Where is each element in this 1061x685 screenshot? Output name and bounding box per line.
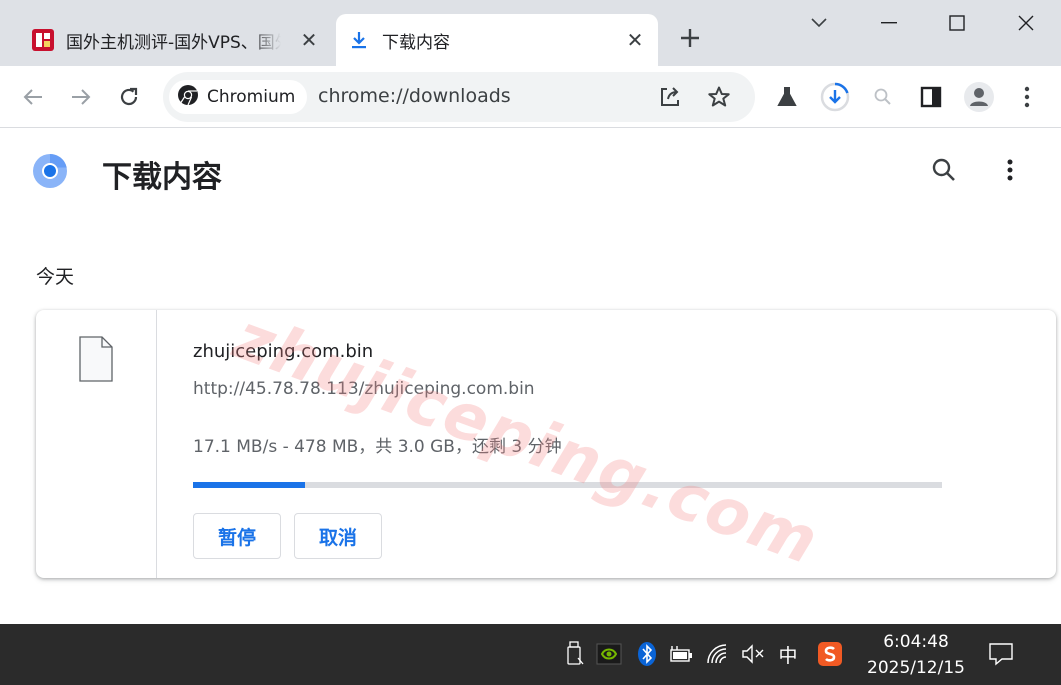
tab-zhujiceping[interactable]: 国外主机测评-国外VPS、国外服务器 ✕	[20, 14, 332, 66]
ime-label: 中	[778, 644, 798, 667]
chip-label: Chromium	[207, 87, 296, 107]
chromium-logo-icon	[177, 84, 199, 110]
download-item-card: zhujiceping.com.bin http://45.78.78.113/…	[36, 310, 1056, 578]
close-icon[interactable]: ✕	[624, 28, 646, 52]
zoom-search-icon[interactable]	[866, 80, 900, 114]
download-icon	[346, 27, 372, 53]
cancel-button[interactable]: 取消	[294, 513, 382, 559]
card-divider	[156, 310, 157, 578]
windows-taskbar: 中 6:04:48 2025/12/15	[0, 624, 1061, 685]
forward-arrow-icon[interactable]	[64, 80, 98, 114]
tab-title: 国外主机测评-国外VPS、国外服务器	[66, 32, 281, 53]
tab-title: 下载内容	[382, 32, 450, 53]
ime-indicator[interactable]: 中	[775, 640, 801, 668]
nvidia-icon[interactable]	[596, 640, 622, 668]
volume-muted-icon[interactable]	[740, 640, 766, 668]
reload-icon[interactable]	[112, 80, 146, 114]
wifi-icon[interactable]	[706, 640, 732, 668]
sogou-input-icon[interactable]	[817, 640, 843, 668]
site-favicon-icon	[30, 27, 56, 53]
tab-strip: 国外主机测评-国外VPS、国外服务器 ✕ 下载内容 ✕	[0, 0, 1061, 66]
share-icon[interactable]	[655, 82, 685, 112]
maximize-icon[interactable]	[942, 8, 972, 38]
source-url-link[interactable]: http://45.78.78.113/zhujiceping.com.bin	[193, 379, 535, 399]
back-arrow-icon[interactable]	[16, 80, 50, 114]
file-name-link[interactable]: zhujiceping.com.bin	[193, 341, 373, 362]
search-icon[interactable]	[929, 155, 959, 185]
close-window-icon[interactable]	[1011, 8, 1041, 38]
usb-drive-icon[interactable]	[562, 640, 588, 668]
browser-toolbar: Chromium chrome://downloads	[0, 66, 1061, 128]
minimize-icon[interactable]	[874, 8, 904, 38]
section-date-header: 今天	[36, 266, 75, 288]
bluetooth-icon[interactable]	[634, 640, 660, 668]
new-tab-plus-icon[interactable]	[676, 24, 704, 52]
side-panel-icon[interactable]	[914, 80, 948, 114]
profile-avatar-icon[interactable]	[962, 80, 996, 114]
download-status-text: 17.1 MB/s - 478 MB，共 3.0 GB，还剩 3 分钟	[193, 437, 562, 457]
bookmark-star-icon[interactable]	[704, 82, 734, 112]
downloads-progress-icon[interactable]	[818, 80, 852, 114]
site-info-chip[interactable]: Chromium	[169, 80, 308, 114]
close-icon[interactable]: ✕	[298, 28, 320, 52]
page-title: 下载内容	[102, 160, 222, 195]
battery-power-icon[interactable]	[668, 640, 694, 668]
url-text[interactable]: chrome://downloads	[318, 85, 511, 107]
tab-search-chevron-icon[interactable]	[804, 8, 834, 38]
more-options-kebab-icon[interactable]	[995, 155, 1025, 185]
pause-button[interactable]: 暂停	[193, 513, 281, 559]
clock-date[interactable]: 2025/12/15	[858, 658, 974, 678]
clock-time[interactable]: 6:04:48	[866, 632, 966, 652]
chrome-logo-icon	[32, 153, 68, 189]
file-icon	[78, 336, 114, 382]
menu-kebab-icon[interactable]	[1010, 80, 1044, 114]
download-progress-fill	[193, 482, 306, 488]
omnibox[interactable]: Chromium chrome://downloads	[163, 72, 755, 122]
notification-center-icon[interactable]	[988, 640, 1014, 668]
tab-downloads[interactable]: 下载内容 ✕	[336, 14, 658, 66]
labs-flask-icon[interactable]	[770, 80, 804, 114]
download-progress-bar	[193, 482, 942, 488]
